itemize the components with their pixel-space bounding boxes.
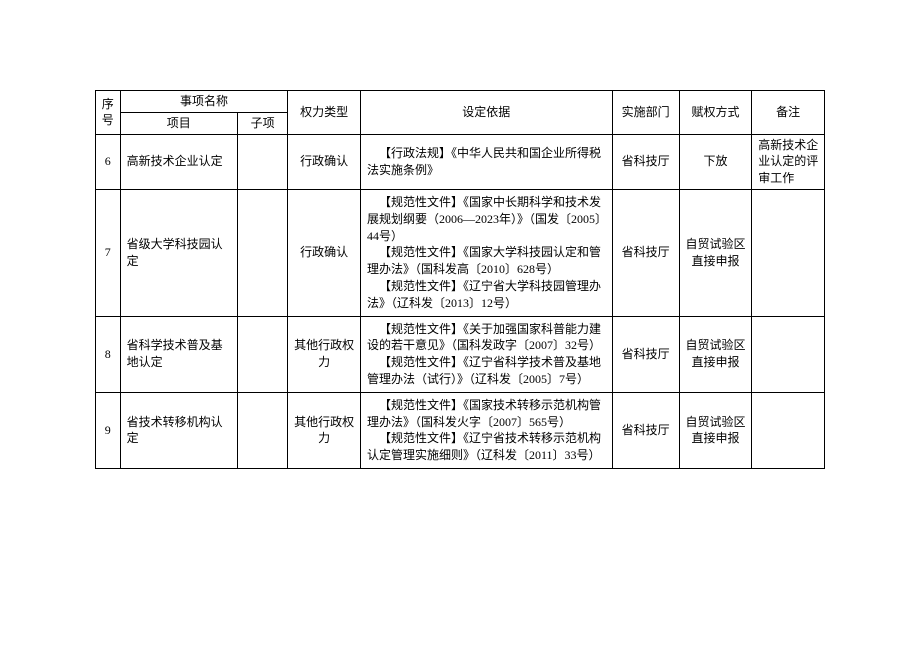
cell-seq: 6 <box>96 134 121 189</box>
cell-seq: 7 <box>96 189 121 316</box>
table-row: 6高新技术企业认定行政确认【行政法规】《中华人民共和国企业所得税法实施条例》省科… <box>96 134 825 189</box>
header-dept: 实施部门 <box>612 91 679 135</box>
table-body: 6高新技术企业认定行政确认【行政法规】《中华人民共和国企业所得税法实施条例》省科… <box>96 134 825 468</box>
table-row: 7省级大学科技园认定行政确认【规范性文件】《国家中长期科学和技术发展规划纲要（2… <box>96 189 825 316</box>
cell-power-type: 其他行政权力 <box>288 392 361 468</box>
cell-basis: 【行政法规】《中华人民共和国企业所得税法实施条例》 <box>360 134 612 189</box>
cell-basis: 【规范性文件】《关于加强国家科普能力建设的若干意见》（国科发政字〔2007〕32… <box>360 316 612 392</box>
cell-project: 高新技术企业认定 <box>120 134 237 189</box>
basis-line: 【规范性文件】《关于加强国家科普能力建设的若干意见》（国科发政字〔2007〕32… <box>367 321 606 355</box>
header-subitem: 子项 <box>237 112 287 134</box>
header-power-type: 权力类型 <box>288 91 361 135</box>
table-row: 9省技术转移机构认定其他行政权力【规范性文件】《国家技术转移示范机构管理办法》（… <box>96 392 825 468</box>
cell-auth-mode: 自贸试验区直接申报 <box>679 316 752 392</box>
cell-subitem <box>237 316 287 392</box>
cell-project: 省科学技术普及基地认定 <box>120 316 237 392</box>
cell-department: 省科技厅 <box>612 392 679 468</box>
cell-seq: 8 <box>96 316 121 392</box>
cell-subitem <box>237 392 287 468</box>
basis-line: 【规范性文件】《国家中长期科学和技术发展规划纲要（2006—2023年）》（国发… <box>367 194 606 244</box>
cell-auth-mode: 自贸试验区直接申报 <box>679 189 752 316</box>
cell-department: 省科技厅 <box>612 316 679 392</box>
cell-department: 省科技厅 <box>612 134 679 189</box>
header-seq: 序号 <box>96 91 121 135</box>
policy-table: 序号 事项名称 权力类型 设定依据 实施部门 赋权方式 备注 项目 子项 6高新… <box>95 90 825 469</box>
table-header: 序号 事项名称 权力类型 设定依据 实施部门 赋权方式 备注 项目 子项 <box>96 91 825 135</box>
cell-remark <box>752 392 825 468</box>
cell-department: 省科技厅 <box>612 189 679 316</box>
cell-power-type: 行政确认 <box>288 134 361 189</box>
basis-line: 【规范性文件】《辽宁省技术转移示范机构认定管理实施细则》（辽科发〔2011〕33… <box>367 430 606 464</box>
cell-power-type: 其他行政权力 <box>288 316 361 392</box>
basis-line: 【规范性文件】《辽宁省大学科技园管理办法》（辽科发〔2013〕12号） <box>367 278 606 312</box>
cell-seq: 9 <box>96 392 121 468</box>
header-auth: 赋权方式 <box>679 91 752 135</box>
cell-subitem <box>237 134 287 189</box>
cell-basis: 【规范性文件】《国家技术转移示范机构管理办法》（国科发火字〔2007〕565号）… <box>360 392 612 468</box>
cell-auth-mode: 自贸试验区直接申报 <box>679 392 752 468</box>
cell-remark <box>752 316 825 392</box>
header-remark: 备注 <box>752 91 825 135</box>
document-page: 序号 事项名称 权力类型 设定依据 实施部门 赋权方式 备注 项目 子项 6高新… <box>0 0 920 651</box>
basis-line: 【行政法规】《中华人民共和国企业所得税法实施条例》 <box>367 145 606 179</box>
cell-remark: 高新技术企业认定的评审工作 <box>752 134 825 189</box>
cell-project: 省技术转移机构认定 <box>120 392 237 468</box>
cell-power-type: 行政确认 <box>288 189 361 316</box>
cell-auth-mode: 下放 <box>679 134 752 189</box>
cell-basis: 【规范性文件】《国家中长期科学和技术发展规划纲要（2006—2023年）》（国发… <box>360 189 612 316</box>
header-item-name: 事项名称 <box>120 91 288 113</box>
cell-remark <box>752 189 825 316</box>
basis-line: 【规范性文件】《辽宁省科学技术普及基地管理办法（试行）》（辽科发〔2005〕7号… <box>367 354 606 388</box>
header-basis: 设定依据 <box>360 91 612 135</box>
basis-line: 【规范性文件】《国家技术转移示范机构管理办法》（国科发火字〔2007〕565号） <box>367 397 606 431</box>
basis-line: 【规范性文件】《国家大学科技园认定和管理办法》（国科发高〔2010〕628号） <box>367 244 606 278</box>
cell-project: 省级大学科技园认定 <box>120 189 237 316</box>
header-project: 项目 <box>120 112 237 134</box>
cell-subitem <box>237 189 287 316</box>
table-row: 8省科学技术普及基地认定其他行政权力【规范性文件】《关于加强国家科普能力建设的若… <box>96 316 825 392</box>
